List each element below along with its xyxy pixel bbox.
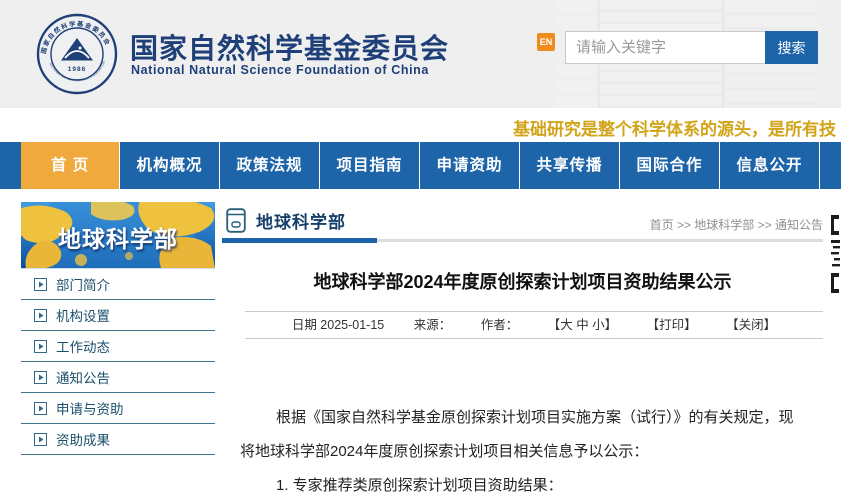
site-title-chinese: 国家自然科学基金委员会 [130,33,450,64]
site-logo[interactable]: 国家自然科学基金委员会 NATIONAL NATURAL SCIENCE FOU… [36,13,118,95]
ticker-text: 基础研究是整个科学体系的源头，是所有技 [513,120,836,139]
nav-item-home[interactable]: 首 页 [21,142,120,189]
sidebar-item-news[interactable]: 工作动态 [21,331,215,362]
article-title: 地球科学部2024年度原创探索计划项目资助结果公示 [313,272,732,292]
article-meta: 日期 2025-01-15 来源： 作者： 【大 中 小】 【打印】 【关闭】 [245,311,823,339]
clipped-glyphs [831,215,840,293]
arrow-box-icon [34,308,47,322]
nav-item-overview[interactable]: 机构概况 [120,142,220,189]
close-button[interactable]: 【关闭】 [726,318,776,332]
arrow-box-icon [34,401,47,415]
sidebar-item-structure[interactable]: 机构设置 [21,300,215,331]
section-title: 地球科学部 [256,213,346,232]
nav-item-apply[interactable]: 申请资助 [420,142,520,189]
department-banner-title: 地球科学部 [58,226,178,252]
nav-item-international[interactable]: 国际合作 [620,142,720,189]
meta-date: 日期 2025-01-15 [291,318,385,332]
sidebar-item-intro[interactable]: 部门简介 [21,269,215,300]
nav-item-guides[interactable]: 项目指南 [320,142,420,189]
english-version-button[interactable]: EN [537,33,555,51]
nav-filler [820,142,841,189]
sidebar-item-funding[interactable]: 申请与资助 [21,393,215,424]
site-header: 国家自然科学基金委员会 NATIONAL NATURAL SCIENCE FOU… [0,0,841,108]
meta-author: 作者： [480,318,519,332]
sidebar-item-label: 工作动态 [56,340,110,355]
print-button[interactable]: 【打印】 [647,318,697,332]
arrow-box-icon [34,277,47,291]
nsfc-seal-icon: 国家自然科学基金委员会 NATIONAL NATURAL SCIENCE FOU… [36,13,118,95]
meta-source: 来源： [413,318,452,332]
font-size-control[interactable]: 【大 中 小】 [548,318,617,332]
announcement-ticker: 基础研究是整个科学体系的源头，是所有技 [0,108,841,142]
nav-item-policies[interactable]: 政策法规 [220,142,320,189]
article-paragraph: 1. 专家推荐类原创探索计划项目资助结果： [276,477,563,494]
breadcrumb[interactable]: 首页 >> 地球科学部 >> 通知公告 [650,216,823,233]
site-title-english: National Natural Science Foundation of C… [131,63,429,77]
sidebar-item-label: 部门简介 [56,278,110,293]
section-header: 地球科学部 [226,208,346,233]
article-body: 根据《国家自然科学基金原创探索计划项目实施方案（试行）》的有关规定，现将地球科学… [240,401,807,503]
sidebar-item-notices[interactable]: 通知公告 [21,362,215,393]
arrow-box-icon [34,339,47,353]
floating-widget-partial[interactable] [829,213,841,299]
nav-item-sharing[interactable]: 共享传播 [520,142,620,189]
nav-item-disclosure[interactable]: 信息公开 [720,142,820,189]
arrow-box-icon [34,432,47,446]
sidebar-item-label: 通知公告 [56,371,110,386]
sidebar-item-results[interactable]: 资助成果 [21,424,215,455]
notebook-icon [226,208,246,233]
sidebar-item-label: 资助成果 [56,433,110,448]
department-banner[interactable]: 地球科学部 [21,202,215,268]
arrow-box-icon [34,370,47,384]
article-paragraph: 根据《国家自然科学基金原创探索计划项目实施方案（试行）》的有关规定，现将地球科学… [240,409,794,460]
main-nav: 首 页 机构概况 政策法规 项目指南 申请资助 共享传播 国际合作 信息公开 [0,142,841,189]
search-button[interactable]: 搜索 [765,31,818,64]
sidebar-item-label: 申请与资助 [56,402,124,417]
search-input[interactable] [565,31,765,64]
search-bar: 搜索 [565,31,818,64]
sidebar-menu: 部门简介 机构设置 工作动态 通知公告 申请与资助 资助成果 [21,268,215,455]
main-content: 地球科学部 首页 >> 地球科学部 >> 通知公告 地球科学部2024年度原创探… [222,205,823,500]
section-underline [222,238,823,243]
sidebar-item-label: 机构设置 [56,309,110,324]
svg-text:1986: 1986 [68,66,86,73]
